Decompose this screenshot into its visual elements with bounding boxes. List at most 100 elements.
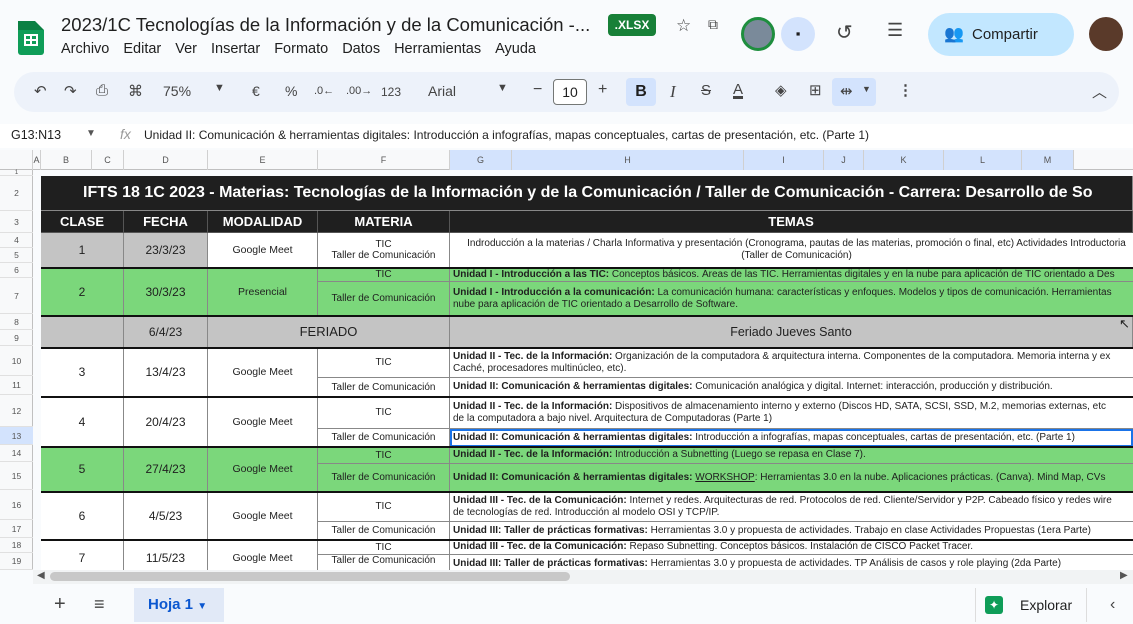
cell-temas[interactable]: Unidad II - Tec. de la Información: Orga… [450,348,1133,378]
side-panel-toggle-icon[interactable]: ‹ [1110,596,1115,614]
print-icon[interactable]: ⎙ [96,82,108,99]
col-header[interactable]: C [92,150,124,170]
font-select[interactable]: Arial [428,83,456,99]
undo-icon[interactable]: ↶ [34,82,47,100]
row-header[interactable]: 15 [0,462,33,490]
cell-clase[interactable]: 6 [41,492,124,540]
scrollbar-thumb[interactable] [50,572,570,581]
col-header[interactable]: G [450,150,512,170]
collaborator-avatar[interactable] [741,17,775,51]
more-options-icon[interactable]: ⋮ [898,81,913,99]
currency-button[interactable]: € [252,83,260,99]
font-size-increase-icon[interactable]: + [598,81,607,99]
col-header[interactable]: B [41,150,92,170]
borders-icon[interactable]: ⊞ [809,81,822,99]
cell-materia[interactable]: Taller de Comunicación [318,555,450,570]
cell-clase[interactable]: 7 [41,540,124,570]
star-icon[interactable]: ☆ [676,16,691,36]
header-temas[interactable]: TEMAS [450,211,1133,233]
col-header[interactable]: J [824,150,864,170]
menu-herramientas[interactable]: Herramientas [394,41,481,57]
cell-modalidad[interactable]: Presencial [208,268,318,316]
col-header[interactable]: A [33,150,41,170]
italic-button[interactable]: I [670,82,676,102]
cell-fecha[interactable]: 11/5/23 [124,540,208,570]
paint-format-icon[interactable]: ⌘ [128,82,143,100]
cell-clase[interactable]: 4 [41,397,124,447]
col-header[interactable]: E [208,150,318,170]
row-header[interactable]: 16 [0,490,33,520]
row-header[interactable]: 4 [0,233,33,248]
cell-temas[interactable]: Unidad II: Comunicación & herramientas d… [450,378,1133,397]
cell-clase[interactable]: 5 [41,447,124,492]
row-header[interactable]: 9 [0,330,33,346]
cell-fecha[interactable]: 4/5/23 [124,492,208,540]
account-avatar[interactable] [1089,17,1123,51]
cell-fecha[interactable]: 6/4/23 [124,316,208,348]
selected-cell-temas[interactable]: Unidad II: Comunicación & herramientas d… [450,429,1133,447]
row-header[interactable]: 8 [0,314,33,330]
history-icon[interactable]: ↺ [836,20,853,45]
cell-temas[interactable]: Unidad III: Taller de prácticas formativ… [450,555,1133,570]
cell-temas[interactable]: Unidad III - Tec. de la Comunicación: Re… [450,540,1133,555]
sheet-grid[interactable]: IFTS 18 1C 2023 - Materias: Tecnologías … [41,176,1133,570]
menu-archivo[interactable]: Archivo [61,41,109,57]
row-header[interactable]: 6 [0,263,33,278]
header-materia[interactable]: MATERIA [318,211,450,233]
cell-clase[interactable] [41,316,124,348]
share-button[interactable]: 👥 Compartir [928,13,1074,56]
cell-fecha[interactable]: 30/3/23 [124,268,208,316]
row-header[interactable]: 10 [0,346,33,376]
formula-input[interactable]: Unidad II: Comunicación & herramientas d… [144,128,869,142]
fill-color-icon[interactable]: ◈ [775,81,787,99]
col-header[interactable]: F [318,150,450,170]
comments-icon[interactable]: ☰ [887,20,903,41]
cell-materia[interactable]: TIC [318,540,450,555]
zoom-dropdown-icon[interactable]: ▼ [214,82,225,94]
meet-icon[interactable]: ▪︎ [781,17,815,51]
redo-icon[interactable]: ↷ [64,82,77,100]
row-header[interactable]: 17 [0,520,33,538]
cell-modalidad[interactable]: Google Meet [208,348,318,397]
row-header[interactable]: 14 [0,445,33,462]
col-header[interactable]: L [944,150,1022,170]
name-box[interactable]: G13:N13 [11,128,61,142]
col-header[interactable]: K [864,150,944,170]
cell-materia[interactable]: TIC [318,492,450,522]
menu-formato[interactable]: Formato [274,41,328,57]
row-header[interactable]: 2 [0,176,33,211]
cell-clase[interactable]: 1 [41,233,124,268]
strikethrough-button[interactable]: S [701,82,711,99]
row-header[interactable]: 18 [0,538,33,553]
move-icon[interactable]: ⧉ [708,16,718,33]
cell-fecha[interactable]: 20/4/23 [124,397,208,447]
cell-feriado[interactable]: FERIADO [208,316,450,348]
header-fecha[interactable]: FECHA [124,211,208,233]
cell-materia[interactable]: Taller de Comunicación [318,464,450,492]
font-dropdown-icon[interactable]: ▼ [497,82,508,94]
document-title[interactable]: 2023/1C Tecnologías de la Información y … [61,14,590,36]
col-header[interactable]: D [124,150,208,170]
menu-ayuda[interactable]: Ayuda [495,41,536,57]
col-header[interactable]: M [1022,150,1074,170]
cell-materia[interactable]: TIC [318,397,450,429]
cell-temas[interactable]: Unidad II: Comunicación & herramientas d… [450,464,1133,492]
row-header[interactable]: 3 [0,211,33,233]
text-color-button[interactable]: A [733,81,743,98]
sheet-tab-hoja1[interactable]: Hoja 1 ▼ [134,588,224,622]
cell-clase[interactable]: 2 [41,268,124,316]
scroll-left-icon[interactable]: ◀ [37,570,45,581]
name-box-dropdown-icon[interactable]: ▼ [86,128,96,139]
decrease-decimal-button[interactable]: .0← [314,85,334,97]
zoom-select[interactable]: 75% [163,83,191,99]
merge-cells-button[interactable]: ⇹ ▼ [832,78,876,106]
row-header[interactable]: 12 [0,395,33,427]
cell-temas[interactable]: Feriado Jueves Santo [450,316,1133,348]
cell-materia[interactable]: Taller de Comunicación [318,378,450,397]
cell-temas[interactable]: Unidad II - Tec. de la Información: Intr… [450,447,1133,464]
font-size-decrease-icon[interactable]: − [533,81,542,99]
cell-modalidad[interactable]: Google Meet [208,447,318,492]
bold-button[interactable]: B [626,78,656,106]
cell-fecha[interactable]: 27/4/23 [124,447,208,492]
cell-temas[interactable]: Unidad I - Introducción a las TIC: Conce… [450,268,1133,282]
